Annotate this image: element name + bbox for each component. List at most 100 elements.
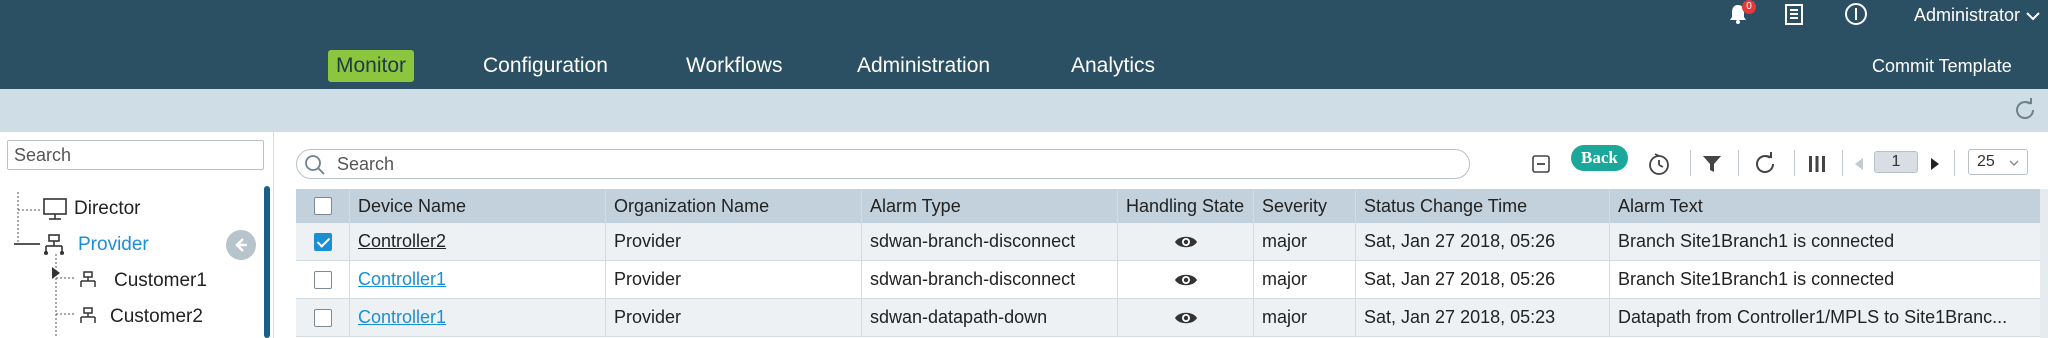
tree-label: Customer2 xyxy=(110,306,203,327)
nav-monitor[interactable]: Monitor xyxy=(328,50,415,82)
row-select-cell xyxy=(296,299,350,336)
tree-item-director[interactable]: Director xyxy=(42,194,141,224)
user-name: Administrator xyxy=(1914,5,2021,25)
table-row[interactable]: Controller1 Provider sdwan-datapath-down… xyxy=(296,299,2040,337)
tree-item-provider[interactable]: Provider xyxy=(42,230,149,260)
row-checkbox[interactable] xyxy=(313,270,332,289)
grid-scrollbar[interactable] xyxy=(2040,189,2048,338)
alarm-text-cell: Datapath from Controller1/MPLS to Site1B… xyxy=(1618,307,2008,327)
toolbar-divider xyxy=(1794,150,1795,176)
nav-configuration[interactable]: Configuration xyxy=(475,50,616,82)
user-menu[interactable]: Administrator xyxy=(1914,5,2040,26)
eye-icon[interactable] xyxy=(1174,234,1198,250)
chevron-left-icon xyxy=(1855,158,1863,170)
filter-icon xyxy=(1703,156,1721,172)
row-select-cell xyxy=(296,261,350,298)
nav-analytics[interactable]: Analytics xyxy=(1063,50,1163,82)
columns-button[interactable] xyxy=(1802,149,1832,179)
collapse-all-button[interactable] xyxy=(1526,149,1556,179)
table-row[interactable]: Controller1 Provider sdwan-branch-discon… xyxy=(296,261,2040,299)
select-all-checkbox[interactable] xyxy=(313,197,332,215)
refresh-icon xyxy=(1756,152,1775,173)
chevron-down-icon xyxy=(2026,11,2040,20)
column-header-status-change-time[interactable]: Status Change Time xyxy=(1356,189,1610,223)
select-all-cell xyxy=(296,189,350,223)
sub-toolbar xyxy=(0,89,2048,132)
notifications-badge: 0 xyxy=(1742,0,1756,14)
acknowledge-button[interactable] xyxy=(1644,149,1674,179)
column-header-severity[interactable]: Severity xyxy=(1254,189,1356,223)
page-number-input[interactable]: 1 xyxy=(1874,151,1918,173)
organization-cell: Provider xyxy=(606,261,862,298)
nav-workflows[interactable]: Workflows xyxy=(678,50,790,82)
row-checkbox[interactable] xyxy=(313,232,332,251)
table-row[interactable]: Controller2 Provider sdwan-branch-discon… xyxy=(296,223,2040,261)
row-checkbox[interactable] xyxy=(313,308,332,327)
column-header-alarm-text[interactable]: Alarm Text xyxy=(1610,189,2040,223)
info-button[interactable] xyxy=(1844,2,1868,26)
grid-header: Device Name Organization Name Alarm Type… xyxy=(296,189,2040,223)
tree-item-customer2[interactable]: Customer2 xyxy=(78,302,203,332)
refresh-icon[interactable] xyxy=(2012,97,2038,123)
alarm-text-cell: Branch Site1Branch1 is connected xyxy=(1618,231,1895,251)
page-size-select[interactable]: 25 xyxy=(1968,149,2028,175)
org-tree-icon xyxy=(44,234,64,255)
back-button[interactable]: Back xyxy=(1571,145,1628,171)
next-page-button[interactable] xyxy=(1924,149,1946,179)
organization-cell: Provider xyxy=(606,223,862,260)
toolbar-divider xyxy=(1842,150,1843,176)
status-time-cell: Sat, Jan 27 2018, 05:26 xyxy=(1356,261,1610,298)
severity-cell: major xyxy=(1254,223,1356,260)
device-link[interactable]: Controller2 xyxy=(358,231,446,252)
alarm-type-cell: sdwan-datapath-down xyxy=(862,299,1118,336)
column-header-organization-name[interactable]: Organization Name xyxy=(606,189,862,223)
nav-administration[interactable]: Administration xyxy=(849,50,998,82)
device-name-cell: Controller1 xyxy=(350,299,606,336)
device-link[interactable]: Controller1 xyxy=(358,307,446,328)
grid-search-input[interactable] xyxy=(296,149,1470,179)
arrow-left-icon xyxy=(235,238,247,252)
notifications-button[interactable]: 0 xyxy=(1726,0,1756,26)
tree-label: Director xyxy=(74,198,141,219)
alarm-type-cell: sdwan-branch-disconnect xyxy=(862,261,1118,298)
minus-square-icon xyxy=(1532,155,1550,173)
column-header-alarm-type[interactable]: Alarm Type xyxy=(862,189,1118,223)
tree-item-customer1[interactable]: Customer1 xyxy=(78,266,207,296)
eye-icon[interactable] xyxy=(1174,310,1198,326)
severity-cell: major xyxy=(1254,261,1356,298)
clipboard-list-icon xyxy=(1785,4,1803,25)
commit-template-button[interactable]: Commit Template xyxy=(1872,56,2012,77)
organization-cell: Provider xyxy=(606,299,862,336)
director-icon xyxy=(43,198,67,220)
org-tree-icon xyxy=(80,307,96,323)
alarm-type-cell: sdwan-branch-disconnect xyxy=(862,223,1118,260)
clock-check-icon xyxy=(1649,153,1669,175)
status-time-cell: Sat, Jan 27 2018, 05:26 xyxy=(1356,223,1610,260)
column-header-handling-state[interactable]: Handling State xyxy=(1118,189,1254,223)
tasks-button[interactable] xyxy=(1782,2,1806,26)
filter-button[interactable] xyxy=(1697,149,1727,179)
prev-page-button[interactable] xyxy=(1848,149,1870,179)
top-header: 0 Administrator Monitor Configuration Wo… xyxy=(0,0,2048,89)
column-header-device-name[interactable]: Device Name xyxy=(350,189,606,223)
handling-state-cell xyxy=(1118,223,1254,260)
row-select-cell xyxy=(296,223,350,260)
alarm-text-cell: Branch Site1Branch1 is connected xyxy=(1618,269,1895,289)
collapse-sidebar-button[interactable] xyxy=(226,230,256,260)
device-name-cell: Controller1 xyxy=(350,261,606,298)
search-icon xyxy=(305,155,325,175)
sidebar-scrollbar[interactable] xyxy=(264,186,270,338)
toolbar-divider xyxy=(1690,150,1691,176)
severity-cell: major xyxy=(1254,299,1356,336)
expand-arrow-icon[interactable] xyxy=(50,266,62,280)
org-tree-icon xyxy=(80,271,96,287)
toolbar-divider xyxy=(1954,150,1955,176)
eye-icon[interactable] xyxy=(1174,272,1198,288)
status-time-cell: Sat, Jan 27 2018, 05:23 xyxy=(1356,299,1610,336)
refresh-button[interactable] xyxy=(1750,149,1780,179)
chevron-right-icon xyxy=(1931,158,1939,170)
handling-state-cell xyxy=(1118,299,1254,336)
page-size-value: 25 xyxy=(1977,153,1995,170)
device-link[interactable]: Controller1 xyxy=(358,269,446,290)
tree-label: Provider xyxy=(78,234,149,255)
